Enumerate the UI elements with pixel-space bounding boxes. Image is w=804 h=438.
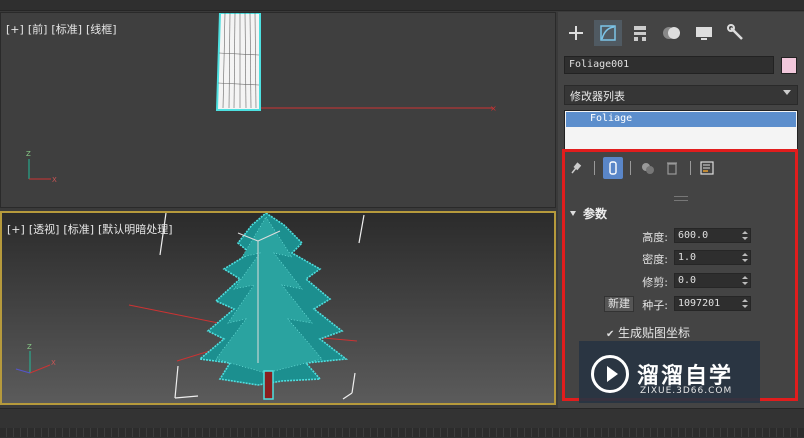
viewport-shading-menu[interactable]: [默认明暗处理] [98,223,173,236]
stack-item-foliage[interactable]: Foliage [566,112,796,127]
perspective-axis-gizmo: Z X [15,343,56,374]
pine-tree-foliage [198,213,349,400]
front-viewport-canvas: × Z X [26,13,497,184]
motion-icon[interactable] [658,20,686,46]
svg-text:Z: Z [26,150,31,158]
svg-text:Z: Z [27,343,32,351]
front-viewport-label[interactable]: [+] [前] [标准] [线框] [6,21,121,37]
viewport-shading-menu[interactable]: [线框] [86,23,117,36]
modifier-stack[interactable]: Foliage [564,110,798,150]
utilities-wrench-icon[interactable] [722,20,750,46]
tree-front-wireframe [215,13,261,111]
object-name-field[interactable]: Foliage001 [564,56,774,74]
svg-text:X: X [51,359,56,367]
main-toolbar-strip [0,0,804,11]
viewport-standard-menu[interactable]: [标准] [51,23,82,36]
viewport-front[interactable]: × Z X [+] [前] [标准] [线框] [0,12,556,208]
modifier-list-dropdown[interactable]: 修改器列表 [564,85,798,105]
viewport-menu[interactable]: [+] [6,23,24,36]
viewport-menu[interactable]: [+] [7,223,25,236]
create-plus-icon[interactable] [562,20,590,46]
front-axis-gizmo: Z X [26,150,57,184]
hierarchy-icon[interactable] [626,20,654,46]
watermark-url: ZIXUE.3D66.COM [640,386,733,396]
chevron-down-icon [783,90,791,95]
display-icon[interactable] [690,20,718,46]
watermark: 溜溜自学 ZIXUE.3D66.COM [579,341,760,403]
svg-text:X: X [52,176,57,184]
viewport-view-menu[interactable]: [前] [28,23,48,36]
play-logo-icon [591,355,629,393]
viewport-standard-menu[interactable]: [标准] [63,223,94,236]
axis-end-marker: × [490,104,497,113]
command-panel-tabs [558,12,804,48]
perspective-viewport-label[interactable]: [+] [透视] [标准] [默认明暗处理] [7,221,177,237]
perspective-viewport-canvas: Z X [15,213,365,400]
modify-icon[interactable] [594,20,622,46]
modifier-list-label: 修改器列表 [570,90,625,103]
viewport-perspective[interactable]: Z X [+] [透视] [标准] [默认明暗处理] [0,211,556,405]
viewport-view-menu[interactable]: [透视] [29,223,60,236]
timeline-strip[interactable] [0,428,804,437]
object-color-swatch[interactable] [781,57,797,74]
